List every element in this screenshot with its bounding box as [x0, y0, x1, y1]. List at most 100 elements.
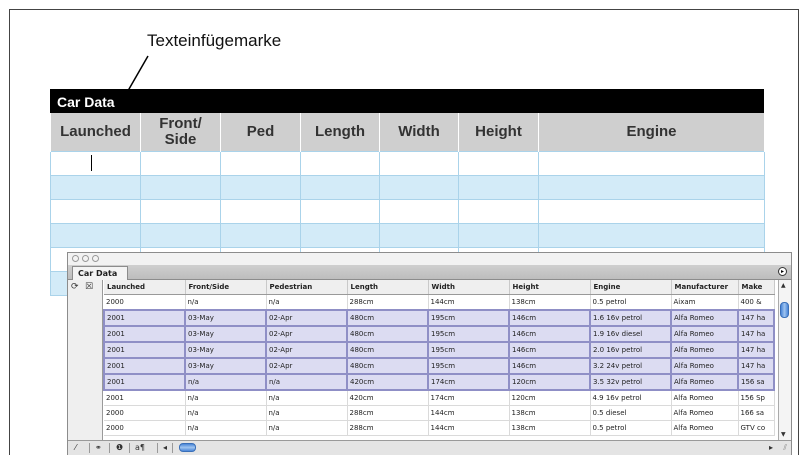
record-cell: 138cm	[509, 420, 591, 436]
table-cell[interactable]	[538, 223, 765, 248]
field-header[interactable]: Pedestrian	[266, 280, 348, 295]
binoculars-icon[interactable]: ⚭	[95, 442, 102, 454]
field-header[interactable]: Height	[509, 280, 591, 295]
field-header[interactable]: Width	[428, 280, 510, 295]
table-cell[interactable]	[458, 151, 539, 176]
field-header[interactable]: Front/Side	[185, 280, 267, 295]
record-row[interactable]: 2001 n/a n/a 420cm 174cm 120cm 4.9 16v petrol A…	[104, 390, 775, 406]
scroll-left-icon[interactable]: ◂	[163, 442, 167, 454]
minimize-icon[interactable]	[82, 255, 89, 262]
text-insertion-point	[91, 155, 92, 172]
record-cell: 288cm	[347, 420, 429, 436]
table-cell[interactable]	[458, 175, 539, 200]
record-cell: n/a	[185, 405, 267, 421]
info-icon[interactable]: ❶	[116, 442, 123, 454]
record-row[interactable]: 2001 03-May 02-Apr 480cm 195cm 146cm 1.6 16v p…	[103, 309, 775, 327]
record-row[interactable]: 2000 n/a n/a 288cm 144cm 138cm 0.5 diesel Alfa …	[104, 405, 775, 421]
palette-bottom-bar: ⁄ ⚭ ❶ a¶ ◂ ▸ ⫽	[68, 440, 791, 455]
record-cell: 144cm	[428, 294, 510, 311]
table-cell[interactable]	[220, 151, 301, 176]
table-cell[interactable]	[379, 151, 459, 176]
data-merge-palette[interactable]: Car Data ▸ ⟳ ☒ Launched Front/Side Pedestr…	[67, 252, 792, 455]
callout-label: Texteinfügemarke	[147, 31, 282, 50]
checkbox-icon[interactable]: ☒	[85, 282, 93, 292]
table-cell[interactable]	[220, 199, 301, 224]
scroll-thumb[interactable]	[780, 302, 789, 318]
record-cell: n/a	[266, 405, 348, 421]
record-row[interactable]: 2001 n/a n/a 420cm 174cm 120cm 3.5 32v petrol A…	[103, 373, 775, 391]
refresh-icon[interactable]: ⟳	[71, 282, 79, 292]
table-cell[interactable]	[538, 199, 765, 224]
record-row[interactable]: 2000 n/a n/a 288cm 144cm 138cm 0.5 petrol Aixam…	[104, 294, 775, 311]
table-cell[interactable]	[50, 199, 141, 224]
record-cell: 174cm	[427, 373, 510, 391]
record-row[interactable]: 2001 03-May 02-Apr 480cm 195cm 146cm 1.9 16v d…	[103, 325, 775, 343]
horizontal-scroll-thumb[interactable]	[179, 443, 196, 452]
record-cell: 1.6 16v petrol	[589, 309, 672, 327]
table-cell[interactable]	[458, 199, 539, 224]
zoom-icon[interactable]	[92, 255, 99, 262]
record-cell: 0.5 petrol	[590, 420, 672, 436]
vertical-scrollbar[interactable]: ▲ ▼	[778, 280, 791, 441]
table-cell[interactable]	[379, 223, 459, 248]
tab-car-data[interactable]: Car Data	[72, 266, 129, 280]
palette-menu-icon[interactable]: ▸	[778, 267, 787, 276]
record-cell: 146cm	[508, 341, 591, 359]
text-options-icon[interactable]: a¶	[135, 442, 145, 454]
record-cell: 2001	[103, 341, 186, 359]
record-cell: 147 ha	[737, 325, 775, 343]
record-cell: 480cm	[346, 309, 429, 327]
record-cell: 288cm	[347, 405, 429, 421]
table-cell[interactable]	[300, 151, 380, 176]
table-cell[interactable]	[220, 175, 301, 200]
column-header: Launched	[50, 113, 141, 152]
record-cell: n/a	[266, 390, 348, 406]
table-cell[interactable]	[220, 223, 301, 248]
field-header[interactable]: Manufacturer	[671, 280, 739, 295]
record-row[interactable]: 2001 03-May 02-Apr 480cm 195cm 146cm 3.2 24v p…	[103, 357, 775, 375]
scroll-down-icon[interactable]: ▼	[781, 431, 786, 439]
table-cell[interactable]	[300, 175, 380, 200]
record-row[interactable]: 2001 03-May 02-Apr 480cm 195cm 146cm 2.0 16v p…	[103, 341, 775, 359]
record-cell: 420cm	[347, 390, 429, 406]
record-row[interactable]: 2000 n/a n/a 288cm 144cm 138cm 0.5 petrol Alfa …	[104, 420, 775, 436]
resize-grip-icon[interactable]: ⫽	[783, 442, 787, 454]
pen-icon[interactable]: ⁄	[75, 442, 76, 454]
close-icon[interactable]	[72, 255, 79, 262]
table-cell[interactable]	[379, 199, 459, 224]
record-cell: 156 sa	[737, 373, 775, 391]
record-cell: 2001	[104, 390, 186, 406]
table-cell[interactable]	[379, 175, 459, 200]
record-cell: Aixam	[671, 294, 739, 311]
table-cell[interactable]	[538, 151, 765, 176]
field-header[interactable]: Make	[738, 280, 775, 295]
table-cell[interactable]	[458, 223, 539, 248]
scroll-right-icon[interactable]: ▸	[769, 442, 773, 454]
table-cell[interactable]	[140, 223, 221, 248]
record-cell: n/a	[185, 420, 267, 436]
table-cell[interactable]	[140, 151, 221, 176]
table-cell[interactable]	[538, 175, 765, 200]
scroll-up-icon[interactable]: ▲	[781, 282, 786, 290]
column-header: Ped	[220, 113, 301, 152]
field-header[interactable]: Engine	[590, 280, 672, 295]
record-cell: 02-Apr	[265, 325, 348, 343]
table-cell[interactable]	[50, 223, 141, 248]
column-header: Front/Side	[140, 113, 221, 152]
table-row	[50, 175, 765, 200]
table-cell[interactable]	[50, 175, 141, 200]
record-cell: 144cm	[428, 405, 510, 421]
record-cell: 156 Sp	[738, 390, 775, 406]
table-cell[interactable]	[140, 199, 221, 224]
table-cell[interactable]	[140, 175, 221, 200]
table-cell[interactable]	[300, 199, 380, 224]
field-header[interactable]: Length	[347, 280, 429, 295]
record-cell: 2000	[104, 420, 186, 436]
record-cell: 0.5 petrol	[590, 294, 672, 311]
palette-titlebar[interactable]	[68, 253, 791, 265]
column-header: Engine	[538, 113, 765, 152]
table-cell[interactable]	[50, 151, 141, 176]
field-header[interactable]: Launched	[104, 280, 186, 295]
table-cell[interactable]	[300, 223, 380, 248]
record-cell: 03-May	[184, 325, 267, 343]
